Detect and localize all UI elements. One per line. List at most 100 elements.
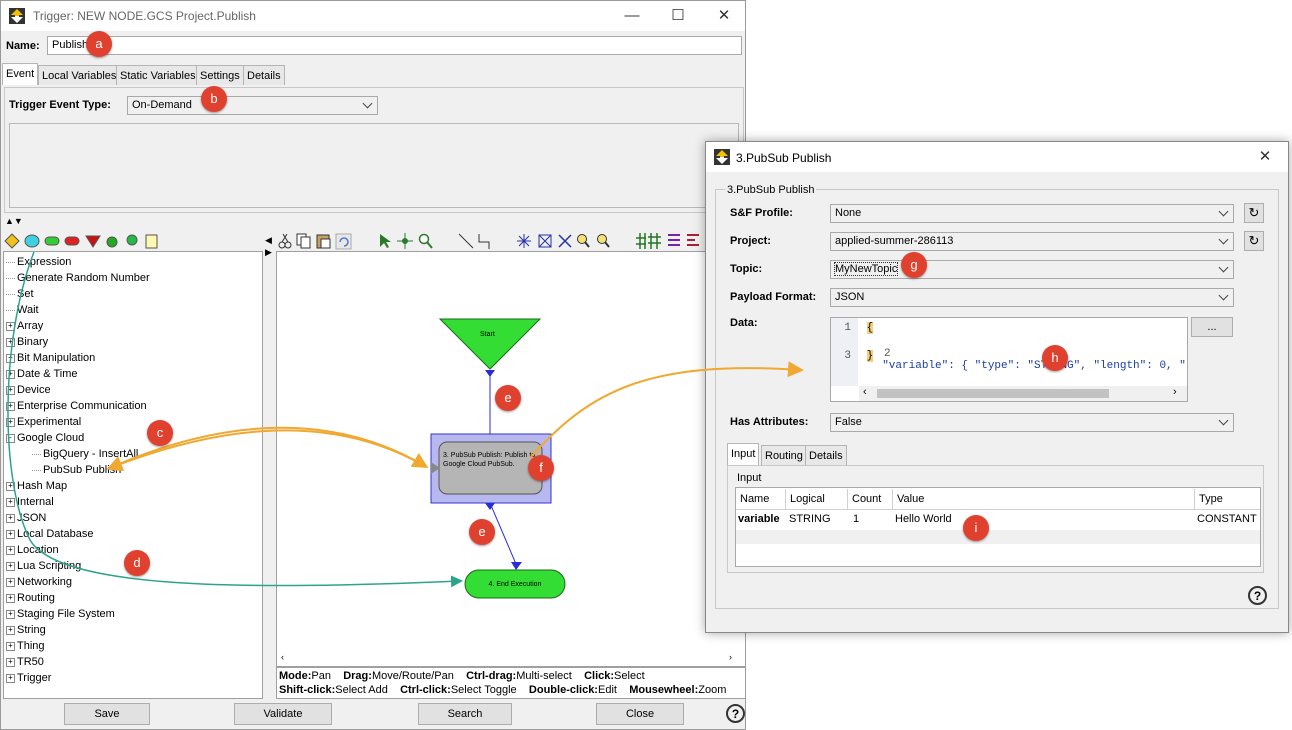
has-attributes-select[interactable]: False <box>830 413 1234 432</box>
col-logical-header[interactable]: Logical <box>786 489 848 509</box>
start-node[interactable] <box>438 318 542 370</box>
col-type-header[interactable]: Type <box>1195 489 1259 509</box>
zoom-in-icon[interactable] <box>577 234 590 248</box>
expand-icon[interactable]: + <box>6 593 15 603</box>
note-icon[interactable] <box>145 234 158 249</box>
expand-icon[interactable]: + <box>6 657 15 667</box>
tree-item[interactable]: + Date & Time <box>6 366 78 382</box>
tree-item[interactable]: + Networking <box>6 574 72 590</box>
expand-icon[interactable]: + <box>6 561 15 571</box>
tree-item[interactable]: + Experimental <box>6 414 81 430</box>
collapse-icon[interactable]: - <box>6 433 15 443</box>
expand-icon[interactable]: + <box>6 577 15 587</box>
expand-icon[interactable]: + <box>6 625 15 635</box>
topic-select[interactable]: MyNewTopic <box>830 260 1234 279</box>
red-triangle-icon[interactable] <box>85 235 101 248</box>
dialog-tab-details[interactable]: Details <box>805 445 847 465</box>
expand-icon[interactable]: + <box>6 481 15 491</box>
close-window-button[interactable]: ✕ <box>701 1 747 31</box>
close-button[interactable]: Close <box>596 703 684 725</box>
cut-icon[interactable] <box>278 233 292 249</box>
canvas-scroll-right-icon[interactable]: › <box>729 652 732 662</box>
tree-item[interactable]: + Device <box>6 382 51 398</box>
data-edit-button[interactable]: ... <box>1191 317 1233 337</box>
tree-item[interactable]: + String <box>6 622 46 638</box>
col-name-header[interactable]: Name <box>736 489 786 509</box>
tree-item[interactable]: + Array <box>6 318 43 334</box>
project-refresh-button[interactable]: ↻ <box>1244 231 1264 251</box>
tree-item[interactable]: + Staging File System <box>6 606 115 622</box>
tab-settings[interactable]: Settings <box>196 65 244 85</box>
line-icon[interactable] <box>458 233 474 249</box>
data-hscrollbar[interactable]: ‹ › <box>859 386 1187 401</box>
save-button[interactable]: Save <box>64 703 150 725</box>
expand-icon[interactable]: + <box>6 641 15 651</box>
tab-static-variables[interactable]: Static Variables <box>116 65 200 85</box>
scroll-thumb[interactable] <box>877 389 1109 398</box>
decision-shape-icon[interactable] <box>4 233 20 249</box>
expand-icon[interactable]: + <box>6 337 15 347</box>
tab-event[interactable]: Event <box>2 63 39 85</box>
tree-item[interactable]: + Location <box>6 542 59 558</box>
canvas-scroll-left-icon[interactable]: ‹ <box>281 652 284 662</box>
green-terminator-icon[interactable] <box>44 236 60 246</box>
select-pointer-icon[interactable] <box>380 234 391 248</box>
tree-item[interactable]: + Enterprise Communication <box>6 398 147 414</box>
sf-profile-refresh-button[interactable]: ↻ <box>1244 203 1264 223</box>
copy-icon[interactable] <box>296 233 311 249</box>
fit-icon[interactable] <box>538 234 552 248</box>
tree-item[interactable]: + Lua Scripting <box>6 558 81 574</box>
green-bulb-icon[interactable] <box>106 236 118 248</box>
green-pin-icon[interactable] <box>126 234 138 246</box>
expand-icon[interactable]: + <box>6 353 15 363</box>
expand-icon[interactable]: + <box>6 369 15 379</box>
expand-icon[interactable]: + <box>6 545 15 555</box>
help-icon[interactable]: ? <box>726 704 745 723</box>
red-terminator-icon[interactable] <box>64 236 80 246</box>
tree-item[interactable]: PubSub Publish <box>32 462 121 478</box>
scroll-right-icon[interactable]: › <box>1173 386 1177 398</box>
collapse-right-icon[interactable]: ▶ <box>265 247 272 258</box>
tree-item[interactable]: - Google Cloud <box>6 430 84 446</box>
tree-item[interactable]: + TR50 <box>6 654 44 670</box>
expand-icon[interactable]: + <box>6 513 15 523</box>
tree-item[interactable]: Wait <box>6 302 39 318</box>
table-row[interactable]: variable STRING 1 Hello World CONSTANT <box>736 510 1260 530</box>
ellipse-shape-icon[interactable] <box>24 234 40 248</box>
tree-item[interactable]: Set <box>6 286 34 302</box>
expand-icon[interactable]: + <box>6 609 15 619</box>
tree-item[interactable]: + Trigger <box>6 670 51 686</box>
tree-item[interactable]: + Bit Manipulation <box>6 350 95 366</box>
sf-profile-select[interactable]: None <box>830 204 1234 223</box>
paste-icon[interactable] <box>316 234 331 249</box>
collapse-left-icon[interactable]: ◀ <box>265 235 272 246</box>
arrange-icon[interactable] <box>687 234 699 246</box>
expand-icon[interactable]: + <box>6 385 15 395</box>
col-value-header[interactable]: Value <box>893 489 1195 509</box>
zoom-icon[interactable] <box>418 233 433 249</box>
col-count-header[interactable]: Count <box>848 489 893 509</box>
payload-format-select[interactable]: JSON <box>830 288 1234 307</box>
dialog-tab-routing[interactable]: Routing <box>761 445 807 465</box>
expand-icon[interactable]: + <box>6 497 15 507</box>
tree-item[interactable]: + Internal <box>6 494 54 510</box>
tree-item[interactable]: + Local Database <box>6 526 93 542</box>
expand-icon[interactable]: + <box>6 417 15 427</box>
pan-icon[interactable] <box>397 233 413 249</box>
star-select-icon[interactable] <box>517 234 531 248</box>
expand-icon[interactable]: + <box>6 321 15 331</box>
zoom-out-icon[interactable] <box>597 234 610 248</box>
validate-button[interactable]: Validate <box>234 703 332 725</box>
dialog-help-icon[interactable]: ? <box>1248 586 1267 605</box>
scroll-left-icon[interactable]: ‹ <box>863 386 867 398</box>
dialog-close-button[interactable]: ✕ <box>1242 142 1288 172</box>
route-icon[interactable] <box>478 234 490 249</box>
data-editor[interactable]: 1 { 2 "variable": { "type": "STRING", "l… <box>830 317 1188 402</box>
distribute-icon[interactable] <box>668 234 680 246</box>
name-field[interactable]: Publish <box>47 36 742 55</box>
maximize-button[interactable]: ☐ <box>655 1 701 31</box>
align-vertical-icon[interactable] <box>636 233 646 249</box>
expand-icon[interactable]: + <box>6 673 15 683</box>
tree-item[interactable]: + Hash Map <box>6 478 67 494</box>
tree-item[interactable]: Generate Random Number <box>6 270 150 286</box>
